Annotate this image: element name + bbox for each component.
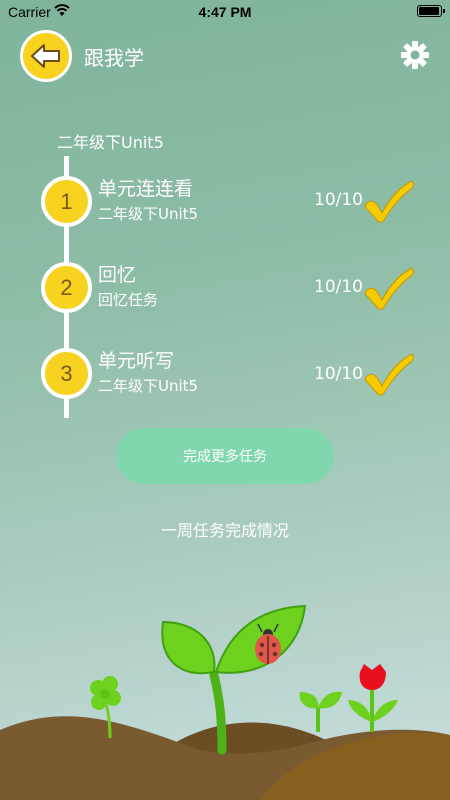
task-score: 10/10 (314, 190, 363, 210)
task-subtitle: 二年级下Unit5 (98, 377, 199, 395)
status-bar: Carrier 4:47 PM (0, 0, 450, 24)
task-number-badge: 2 (41, 262, 92, 313)
task-item-1[interactable]: 1 单元连连看 二年级下Unit5 10/10 (0, 172, 450, 232)
checkmark-icon (364, 353, 414, 396)
garden-illustration (0, 604, 450, 800)
tulip-flower-icon (348, 664, 398, 732)
page-title: 跟我学 (84, 46, 144, 70)
status-time: 4:47 PM (198, 4, 252, 20)
task-title: 单元连连看 (98, 178, 194, 200)
battery-icon (417, 5, 445, 17)
task-score: 10/10 (314, 277, 363, 297)
course-label: 二年级下Unit5 (57, 133, 164, 152)
task-subtitle: 回忆任务 (98, 291, 159, 309)
complete-more-tasks-button[interactable]: 完成更多任务 (116, 428, 334, 484)
task-item-3[interactable]: 3 单元听写 二年级下Unit5 10/10 (0, 344, 450, 404)
gear-icon (401, 41, 429, 69)
sprout-left-leaf (161, 620, 216, 675)
settings-button[interactable] (400, 40, 430, 70)
task-subtitle: 二年级下Unit5 (98, 205, 199, 223)
checkmark-icon (364, 267, 414, 310)
back-button[interactable] (20, 30, 72, 82)
task-number-badge: 1 (41, 176, 92, 227)
task-title: 单元听写 (98, 350, 175, 372)
task-score: 10/10 (314, 364, 363, 384)
task-title: 回忆 (98, 264, 137, 286)
task-number-badge: 3 (41, 348, 92, 399)
small-sprout-icon (299, 691, 342, 732)
task-item-2[interactable]: 2 回忆 回忆任务 10/10 (0, 258, 450, 318)
weekly-summary-link[interactable]: 一周任务完成情况 (0, 517, 450, 541)
back-arrow-icon (31, 44, 60, 68)
checkmark-icon (364, 180, 414, 223)
